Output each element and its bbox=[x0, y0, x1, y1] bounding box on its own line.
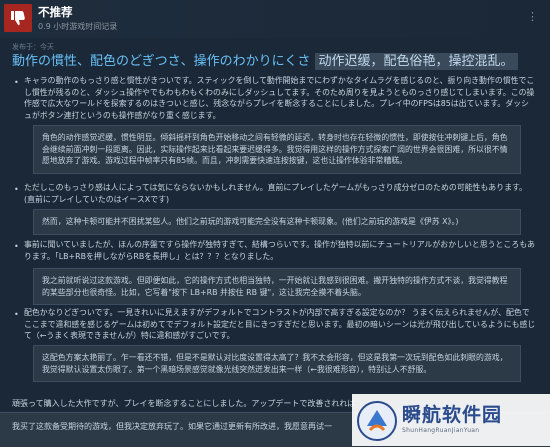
headline-translation: 动作迟缓，配色俗艳，操控混乱。 bbox=[314, 53, 518, 70]
posted-date: 发布于：今天 bbox=[12, 43, 54, 51]
thumbs-down-icon bbox=[4, 4, 32, 32]
bullet-text: キャラの動作のもっさり感と慣性がきついです。スティックを倒して動作開始までにわず… bbox=[24, 76, 535, 120]
list-item: • ただしこのもっさり感は人によっては気にならないかもしれません。直前にプレイし… bbox=[14, 182, 536, 205]
bullet-icon: • bbox=[14, 185, 19, 194]
headline-original: 動作の慣性、配色のどぎつさ、操作のわかりにくさ bbox=[12, 54, 311, 69]
review-header: 不推荐 0.9 小时游戏时间记录 ⋮ bbox=[0, 0, 550, 38]
site-watermark: 瞬航软件园 ShunHangRuanJianYuan bbox=[352, 394, 550, 446]
bullet-icon: • bbox=[14, 242, 19, 251]
watermark-logo-icon bbox=[357, 401, 397, 441]
watermark-subtitle: ShunHangRuanJianYuan bbox=[402, 427, 480, 434]
review-headline: 動作の慣性、配色のどぎつさ、操作のわかりにくさ 动作迟缓，配色俗艳，操控混乱。 bbox=[12, 52, 542, 71]
translation-quote: 我之前就听说过这款游戏。但即便如此，它的操作方式也相当独特，一开始就让我感到很困… bbox=[33, 268, 521, 305]
bullet-icon: • bbox=[14, 310, 19, 319]
bullet-text: 配色かなりどぎついです。一見きれいに見えますがデフォルトでコントラストが内部で高… bbox=[24, 308, 536, 340]
watermark-title: 瞬航软件园 bbox=[402, 404, 503, 426]
translation-quote: 角色的动作感觉迟缓，惯性明显。倾斜摇杆到角色开始移动之间有轻微的延迟，转身时也存… bbox=[33, 125, 521, 174]
playtime-hours: 0.9 小时游戏时间记录 bbox=[38, 22, 118, 31]
closing-translation-text: 我买了这款备受期待的游戏，但我决定放弃玩了。如果它通过更新有所改进，我愿意再试一 bbox=[12, 422, 332, 431]
list-item: • 事前に聞いていましたが、ほんの序盤ですら操作が独特すぎて、結構つらいです。操… bbox=[14, 239, 536, 262]
bullet-text: 事前に聞いていましたが、ほんの序盤ですら操作が独特すぎて、結構つらいです。操作が… bbox=[24, 240, 535, 261]
list-item: • 配色かなりどぎついです。一見きれいに見えますがデフォルトでコントラストが内部… bbox=[14, 307, 536, 342]
bullet-icon: • bbox=[14, 78, 19, 87]
bullet-text: ただしこのもっさり感は人によっては気にならないかもしれません。直前にプレイしたゲ… bbox=[24, 183, 527, 204]
more-options-icon[interactable]: ⋮ bbox=[527, 10, 538, 23]
review-verdict: 不推荐 bbox=[38, 5, 73, 19]
translation-quote: 然而，这种卡顿可能并不困扰某些人。他们之前玩的游戏可能完全没有这种卡顿现象。(他… bbox=[33, 209, 521, 235]
translation-quote: 这配色方案太艳丽了。乍一看还不错，但是不是默认对比度设置得太高了？我不太会形容，… bbox=[33, 345, 521, 382]
list-item: • キャラの動作のもっさり感と慣性がきついです。スティックを倒して動作開始までに… bbox=[14, 75, 536, 121]
